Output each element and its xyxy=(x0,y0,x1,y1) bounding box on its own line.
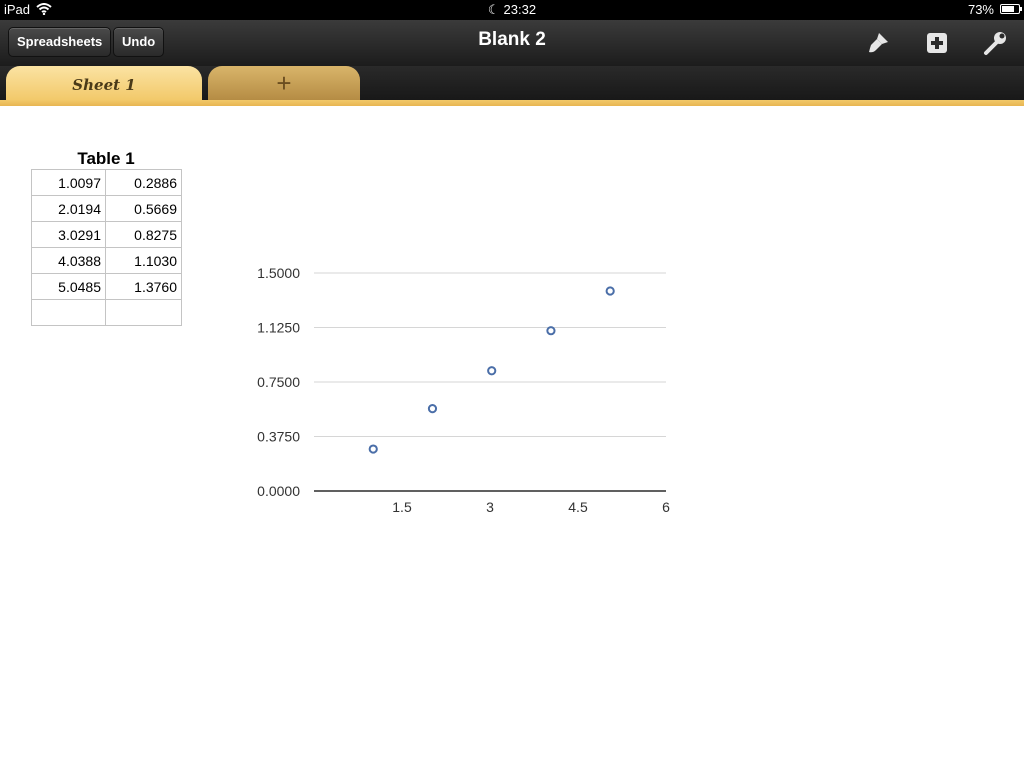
tab-divider xyxy=(0,100,1024,106)
battery-percent: 73% xyxy=(967,2,994,17)
sheet-tab-strip: Sheet 1 + xyxy=(0,66,1024,106)
plus-icon: + xyxy=(276,68,292,98)
table-cell[interactable]: 2.0194 xyxy=(31,195,106,222)
status-time: ☾ 23:32 xyxy=(0,2,1024,18)
data-point xyxy=(605,286,615,296)
moon-icon: ☾ xyxy=(487,2,500,17)
table-cell[interactable]: 1.1030 xyxy=(105,247,182,274)
y-tick-label: 0.7500 xyxy=(257,374,300,390)
add-sheet-tab[interactable]: + xyxy=(208,66,360,100)
y-tick-label: 1.5000 xyxy=(257,265,300,281)
data-table[interactable]: 1.0097 0.2886 2.0194 0.5669 3.0291 0.827… xyxy=(31,169,182,326)
table-cell[interactable]: 0.2886 xyxy=(105,169,182,196)
table-row: 4.0388 1.1030 xyxy=(31,247,182,274)
table-cell[interactable] xyxy=(105,299,182,326)
status-bar: iPad ☾ 23:32 73% xyxy=(0,0,1024,20)
table-cell[interactable] xyxy=(31,299,106,326)
scatter-chart[interactable]: 0.0000 0.3750 0.7500 1.1250 1.5000 1.5 3 4.5 6 xyxy=(240,255,680,525)
y-tick-label: 0.3750 xyxy=(257,429,300,445)
data-point xyxy=(427,404,438,414)
x-tick-label: 6 xyxy=(662,499,670,515)
x-tick-label: 1.5 xyxy=(392,499,412,515)
y-tick-label: 0.0000 xyxy=(257,483,300,499)
table-row: 1.0097 0.2886 xyxy=(31,169,182,196)
table-row: 3.0291 0.8275 xyxy=(31,221,182,248)
y-tick-label: 1.1250 xyxy=(257,320,300,336)
toolbar: Spreadsheets Undo Blank 2 xyxy=(0,20,1024,66)
table-cell[interactable]: 5.0485 xyxy=(31,273,106,300)
x-tick-label: 3 xyxy=(486,499,494,515)
x-tick-label: 4.5 xyxy=(568,499,588,515)
paintbrush-icon[interactable] xyxy=(864,29,892,57)
table-cell[interactable]: 0.5669 xyxy=(105,195,182,222)
table-row xyxy=(31,299,182,326)
table-cell[interactable]: 4.0388 xyxy=(31,247,106,274)
tab-sheet-1[interactable]: Sheet 1 xyxy=(6,66,202,100)
table-cell[interactable]: 1.0097 xyxy=(31,169,106,196)
table-row: 2.0194 0.5669 xyxy=(31,195,182,222)
data-point xyxy=(368,444,378,454)
battery-icon xyxy=(1000,4,1022,14)
table-title[interactable]: Table 1 xyxy=(31,149,181,169)
data-point xyxy=(487,366,497,376)
data-point xyxy=(546,326,556,336)
table-row: 5.0485 1.3760 xyxy=(31,273,182,300)
add-icon[interactable] xyxy=(923,29,951,57)
table-cell[interactable]: 1.3760 xyxy=(105,273,182,300)
table-cell[interactable]: 0.8275 xyxy=(105,221,182,248)
wrench-icon[interactable] xyxy=(981,29,1009,57)
time-label: 23:32 xyxy=(503,2,537,17)
table-cell[interactable]: 3.0291 xyxy=(31,221,106,248)
